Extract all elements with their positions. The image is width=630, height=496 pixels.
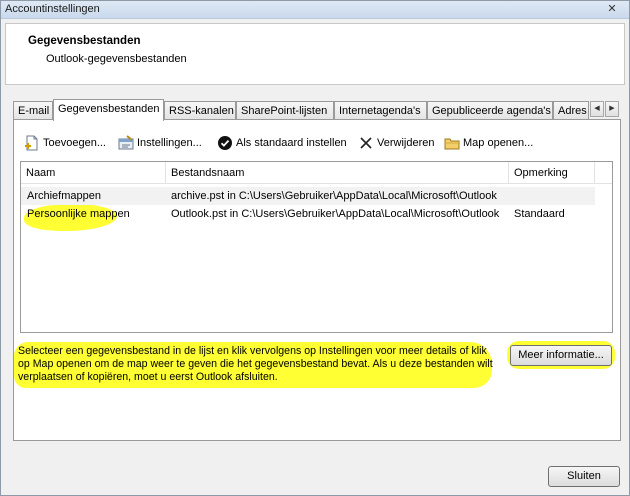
add-button[interactable]: Toevoegen... [24, 133, 106, 153]
remove-button[interactable]: Verwijderen [358, 133, 434, 153]
settings-button[interactable]: Instellingen... [118, 133, 202, 153]
open-folder-button[interactable]: Map openen... [444, 133, 533, 153]
column-header-note[interactable]: Opmerking [509, 162, 595, 184]
title-bar: Accountinstellingen ✕ [1, 1, 629, 19]
page-subtitle: Outlook-gegevensbestanden [46, 53, 187, 65]
toolbar: Toevoegen... Instellingen... Als standaa… [22, 133, 612, 153]
window-title: Accountinstellingen [5, 3, 100, 15]
account-settings-window: Accountinstellingen ✕ Gegevensbestanden … [0, 0, 630, 496]
table-row[interactable]: Archiefmappen archive.pst in C:\Users\Ge… [21, 187, 595, 205]
info-text: Selecteer een gegevensbestand in de lijs… [18, 345, 493, 383]
tab-published-calendars[interactable]: Gepubliceerde agenda's [427, 101, 553, 120]
row-note: Standaard [514, 208, 565, 220]
row-filename: Outlook.pst in C:\Users\Gebruiker\AppDat… [171, 208, 500, 220]
settings-icon [118, 135, 134, 151]
list-header: Naam Bestandsnaam Opmerking [21, 162, 612, 184]
data-files-list[interactable]: Naam Bestandsnaam Opmerking Archiefmappe… [20, 161, 613, 333]
open-folder-label: Map openen... [463, 137, 534, 149]
remove-label: Verwijderen [377, 137, 435, 149]
tab-rss-feeds[interactable]: RSS-kanalen [164, 101, 236, 120]
close-button[interactable]: Sluiten [548, 466, 620, 487]
tab-scroll-left-icon[interactable]: ◀ [590, 101, 604, 117]
set-default-button[interactable]: Als standaard instellen [217, 133, 347, 153]
x-icon [358, 135, 374, 151]
tab-scroll-right-icon[interactable]: ▶ [605, 101, 619, 117]
tab-address-books[interactable]: Adres [553, 101, 589, 120]
tab-sharepoint-lists[interactable]: SharePoint-lijsten [236, 101, 334, 120]
folder-icon [444, 135, 460, 151]
page-title: Gegevensbestanden [28, 35, 141, 47]
more-info-button[interactable]: Meer informatie... [510, 345, 612, 366]
row-name: Persoonlijke mappen [27, 208, 130, 220]
tab-email[interactable]: E-mail [13, 101, 53, 120]
tab-internet-calendars[interactable]: Internetagenda's [334, 101, 427, 120]
checkmark-circle-icon [217, 135, 233, 151]
add-file-icon [24, 135, 40, 151]
tab-strip: E-mail Gegevensbestanden RSS-kanalen Sha… [13, 99, 621, 121]
close-icon[interactable]: ✕ [601, 2, 623, 17]
row-filename: archive.pst in C:\Users\Gebruiker\AppDat… [171, 190, 497, 202]
header-panel: Gegevensbestanden Outlook-gegevensbestan… [5, 23, 625, 85]
add-label: Toevoegen... [43, 137, 106, 149]
row-name: Archiefmappen [27, 190, 101, 202]
data-files-panel: Toevoegen... Instellingen... Als standaa… [13, 119, 621, 441]
column-header-filename[interactable]: Bestandsnaam [166, 162, 509, 184]
table-row[interactable]: Persoonlijke mappen Outlook.pst in C:\Us… [21, 205, 595, 223]
settings-label: Instellingen... [137, 137, 202, 149]
column-header-name[interactable]: Naam [21, 162, 166, 184]
tab-data-files[interactable]: Gegevensbestanden [53, 99, 164, 121]
set-default-label: Als standaard instellen [236, 137, 347, 149]
